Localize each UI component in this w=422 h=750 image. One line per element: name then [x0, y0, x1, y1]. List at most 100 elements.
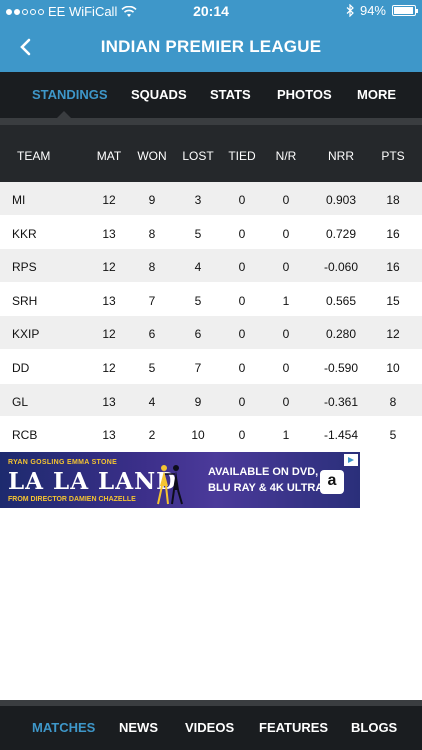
cell-nr: 0 — [282, 260, 290, 275]
cell-nrr: 0.565 — [325, 293, 357, 308]
cell-lost: 4 — [194, 260, 202, 275]
ad-banner[interactable]: RYAN GOSLING EMMA STONE LA LA LAND FROM … — [0, 452, 360, 508]
cell-lost: 5 — [194, 226, 202, 241]
cell-pts: 10 — [386, 360, 400, 375]
table-row[interactable]: KKR 13 8 5 0 0 0.729 16 — [0, 215, 422, 250]
cell-team: GL — [12, 394, 29, 409]
cell-pts: 12 — [386, 327, 400, 342]
cell-nrr: -0.060 — [323, 260, 359, 275]
table-row[interactable]: GL 13 4 9 0 0 -0.361 8 — [0, 383, 422, 418]
cell-pts: 16 — [386, 226, 400, 241]
column-header-tied: TIED — [228, 149, 256, 163]
nav-videos[interactable]: VIDEOS — [185, 720, 234, 735]
cell-team: KXIP — [12, 327, 40, 342]
cell-mat: 12 — [102, 327, 116, 342]
cell-team: DD — [12, 360, 30, 375]
tab-more[interactable]: MORE — [357, 87, 396, 102]
cell-lost: 3 — [194, 193, 202, 207]
cell-nr: 0 — [282, 226, 290, 241]
cell-lost: 6 — [194, 327, 202, 342]
table-row[interactable]: SRH 13 7 5 0 1 0.565 15 — [0, 282, 422, 317]
cell-pts: 16 — [386, 260, 400, 275]
cell-pts: 8 — [389, 394, 397, 409]
cell-nrr: -0.590 — [323, 360, 359, 375]
cell-team: SRH — [12, 293, 38, 308]
cell-lost: 10 — [191, 428, 205, 443]
cell-mat: 12 — [102, 360, 116, 375]
cell-lost: 5 — [194, 293, 202, 308]
cell-tied: 0 — [238, 360, 246, 375]
cell-team: RPS — [12, 260, 37, 275]
nav-blogs[interactable]: BLOGS — [351, 720, 397, 735]
cell-won: 2 — [148, 428, 156, 443]
cell-pts: 15 — [386, 293, 400, 308]
cell-won: 8 — [148, 260, 156, 275]
cell-nr: 1 — [282, 428, 290, 443]
table-row[interactable]: DD 12 5 7 0 0 -0.590 10 — [0, 349, 422, 384]
cell-lost: 9 — [194, 394, 202, 409]
tab-photos[interactable]: PHOTOS — [277, 87, 332, 102]
cell-won: 5 — [148, 360, 156, 375]
column-header-team: TEAM — [17, 149, 51, 163]
tab-squads[interactable]: SQUADS — [131, 87, 187, 102]
column-header-nr: N/R — [275, 149, 297, 163]
status-right: 94% — [346, 3, 418, 18]
cell-nr: 0 — [282, 394, 290, 409]
cell-tied: 0 — [238, 226, 246, 241]
cell-nrr: -1.454 — [323, 428, 359, 443]
nav-header: INDIAN PREMIER LEAGUE — [0, 22, 422, 72]
cell-nrr: 0.280 — [325, 327, 357, 342]
table-row[interactable]: RPS 12 8 4 0 0 -0.060 16 — [0, 249, 422, 283]
cell-mat: 13 — [102, 428, 116, 443]
cell-pts: 5 — [389, 428, 397, 443]
cell-won: 6 — [148, 327, 156, 342]
status-bar: EE WiFiCall 20:14 94% — [0, 0, 422, 22]
nav-matches[interactable]: MATCHES — [32, 720, 95, 735]
table-row[interactable]: MI 12 9 3 0 0 0.903 18 — [0, 182, 422, 216]
table-row[interactable]: RCB 13 2 10 0 1 -1.454 5 — [0, 417, 422, 451]
cell-mat: 12 — [102, 193, 116, 207]
battery-icon — [392, 5, 418, 16]
ad-director: FROM DIRECTOR DAMIEN CHAZELLE — [8, 496, 136, 503]
nav-news[interactable]: NEWS — [119, 720, 158, 735]
cell-nrr: 0.729 — [325, 226, 357, 241]
active-tab-indicator — [57, 111, 71, 118]
cell-tied: 0 — [238, 293, 246, 308]
cell-team: RCB — [12, 428, 38, 443]
cell-team: MI — [12, 193, 26, 207]
battery-percent: 94% — [359, 3, 386, 18]
tab-stats[interactable]: STATS — [210, 87, 251, 102]
cell-won: 4 — [148, 394, 156, 409]
battery-fill — [394, 7, 413, 14]
cell-tied: 0 — [238, 394, 246, 409]
cell-lost: 7 — [194, 360, 202, 375]
column-header-nrr: NRR — [328, 149, 354, 163]
cell-pts: 18 — [386, 193, 400, 207]
cell-nrr: -0.361 — [323, 394, 359, 409]
ad-choices-icon[interactable] — [344, 454, 358, 466]
amazon-logo-icon: a — [320, 470, 344, 494]
column-header-lost: LOST — [182, 149, 214, 163]
ad-line-2: BLU RAY & 4K ULTRA. — [208, 482, 327, 494]
cell-tied: 0 — [238, 193, 246, 207]
cell-nr: 0 — [282, 360, 290, 375]
bluetooth-icon — [346, 4, 354, 17]
cell-won: 7 — [148, 293, 156, 308]
cell-tied: 0 — [238, 260, 246, 275]
dancing-couple-icon — [157, 465, 183, 505]
cell-nr: 0 — [282, 193, 290, 207]
ad-actors: RYAN GOSLING EMMA STONE — [8, 459, 118, 466]
tab-underbar — [0, 118, 422, 125]
nav-features[interactable]: FEATURES — [259, 720, 328, 735]
bottom-nav: MATCHES NEWS VIDEOS FEATURES BLOGS — [0, 700, 422, 750]
table-row[interactable]: KXIP 12 6 6 0 0 0.280 12 — [0, 316, 422, 350]
cell-team: KKR — [12, 226, 37, 241]
tab-standings[interactable]: STANDINGS — [32, 87, 108, 102]
cell-nr: 0 — [282, 327, 290, 342]
cell-mat: 12 — [102, 260, 116, 275]
cell-mat: 13 — [102, 394, 116, 409]
standings-table-header: TEAM MAT WON LOST TIED N/R NRR PTS — [0, 125, 422, 182]
cell-won: 9 — [148, 193, 156, 207]
cell-nr: 1 — [282, 293, 290, 308]
cell-tied: 0 — [238, 327, 246, 342]
